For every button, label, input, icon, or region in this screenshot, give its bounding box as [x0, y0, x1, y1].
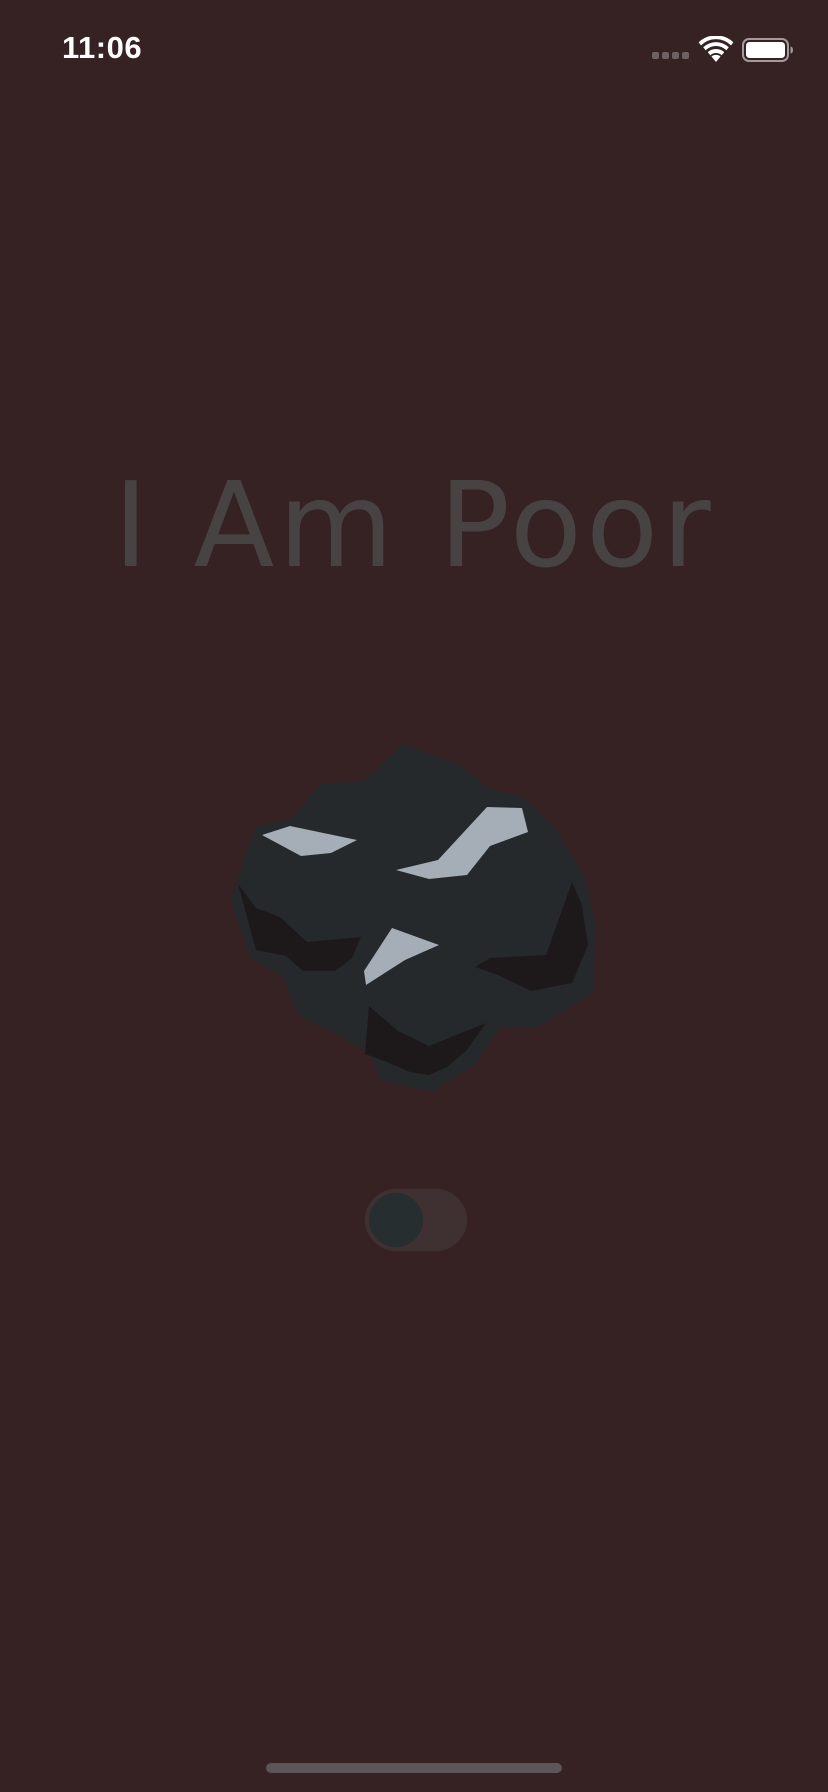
toggle-knob: [369, 1193, 423, 1247]
status-bar: 11:06: [0, 0, 828, 100]
battery-icon: [742, 38, 793, 62]
poor-toggle[interactable]: [365, 1189, 467, 1251]
status-time: 11:06: [62, 30, 143, 65]
home-indicator[interactable]: [266, 1763, 562, 1773]
page-title: I Am Poor: [113, 456, 715, 594]
cellular-signal-icon: [652, 52, 692, 60]
wifi-icon: [698, 36, 734, 62]
coal-icon: [231, 744, 596, 1092]
